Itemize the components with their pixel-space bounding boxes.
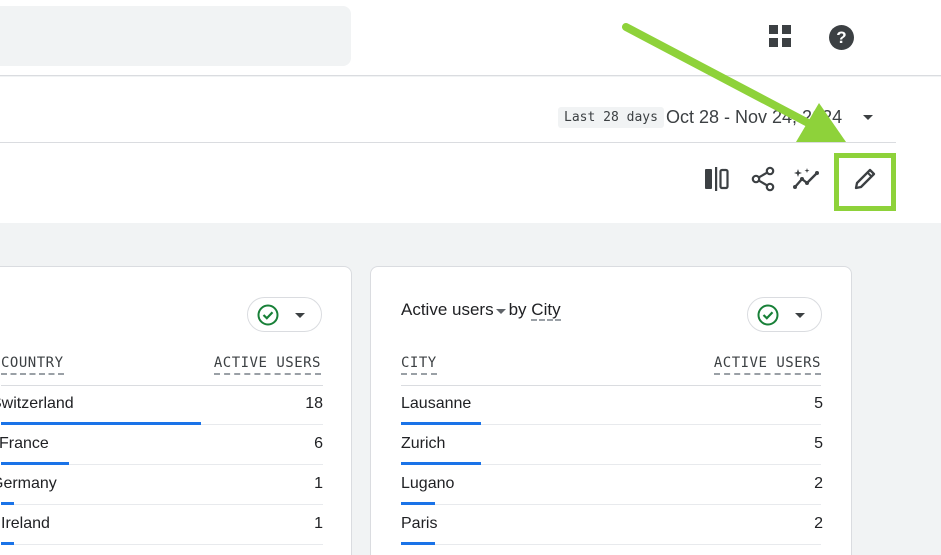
compare-columns-icon[interactable] (703, 165, 731, 193)
title-by: by (508, 300, 527, 319)
table-row[interactable]: Lausanne 5 (371, 385, 851, 425)
check-circle-icon (257, 304, 279, 326)
table-row[interactable]: Germany 1 (0, 465, 351, 505)
row-value: 5 (814, 435, 823, 452)
table-row[interactable]: Zurich 5 (371, 425, 851, 465)
chevron-down-icon[interactable] (861, 110, 875, 124)
value-bar (401, 542, 435, 545)
compare-chip[interactable] (247, 297, 322, 332)
row-separator (1, 544, 323, 545)
table-row[interactable]: Ireland 1 (0, 505, 351, 545)
help-circle-icon[interactable]: ? (828, 24, 855, 51)
dimension-selector[interactable]: City (531, 300, 561, 321)
value-bar (1, 542, 14, 545)
row-value: 5 (814, 395, 823, 412)
table-row[interactable]: Switzerland 18 (0, 385, 351, 425)
row-label: Lausanne (401, 395, 472, 412)
row-value: 18 (305, 395, 323, 412)
row-value: 1 (314, 475, 323, 492)
metric-selector[interactable]: Active users (401, 300, 494, 319)
chevron-down-icon[interactable] (495, 305, 507, 317)
highlight-box (834, 153, 896, 211)
chevron-down-icon (795, 313, 805, 318)
svg-text:?: ? (836, 28, 846, 47)
table-row[interactable]: Paris 2 (371, 505, 851, 545)
column-header-active-users[interactable]: ACTIVE USERS (713, 355, 821, 375)
row-separator (401, 544, 821, 545)
date-preset-chip[interactable]: Last 28 days (558, 107, 664, 128)
row-label: Ireland (1, 515, 50, 532)
country-card: COUNTRY ACTIVE USERS Switzerland 18 Fran… (0, 266, 352, 555)
row-label: Germany (0, 475, 57, 492)
row-value: 1 (314, 515, 323, 532)
row-label: Paris (401, 515, 438, 532)
column-header-active-users[interactable]: ACTIVE USERS (213, 355, 321, 375)
date-range-label[interactable]: Oct 28 - Nov 24, 2024 (666, 106, 842, 128)
table-row[interactable]: France 6 (0, 425, 351, 465)
report-header (0, 77, 941, 223)
insights-icon[interactable] (792, 165, 820, 193)
city-card: Active users by City CITY ACTIVE USERS La… (370, 266, 852, 555)
row-label: Lugano (401, 475, 455, 492)
row-label: Zurich (401, 435, 446, 452)
row-value: 6 (314, 435, 323, 452)
top-app-bar: ? (0, 0, 941, 76)
column-header-country[interactable]: COUNTRY (1, 355, 64, 375)
check-circle-icon (757, 304, 779, 326)
share-icon[interactable] (749, 165, 777, 193)
column-header-city[interactable]: CITY (401, 355, 437, 375)
table-row[interactable]: Lugano 2 (371, 465, 851, 505)
row-label: Switzerland (0, 395, 74, 412)
header-divider (0, 142, 896, 143)
chevron-down-icon (295, 313, 305, 318)
row-value: 2 (814, 515, 823, 532)
row-value: 2 (814, 475, 823, 492)
search-bar[interactable] (0, 6, 351, 66)
card-title: Active users by City (401, 299, 561, 321)
row-label: France (0, 435, 49, 452)
apps-grid-icon[interactable] (769, 25, 793, 49)
compare-chip[interactable] (747, 297, 822, 332)
